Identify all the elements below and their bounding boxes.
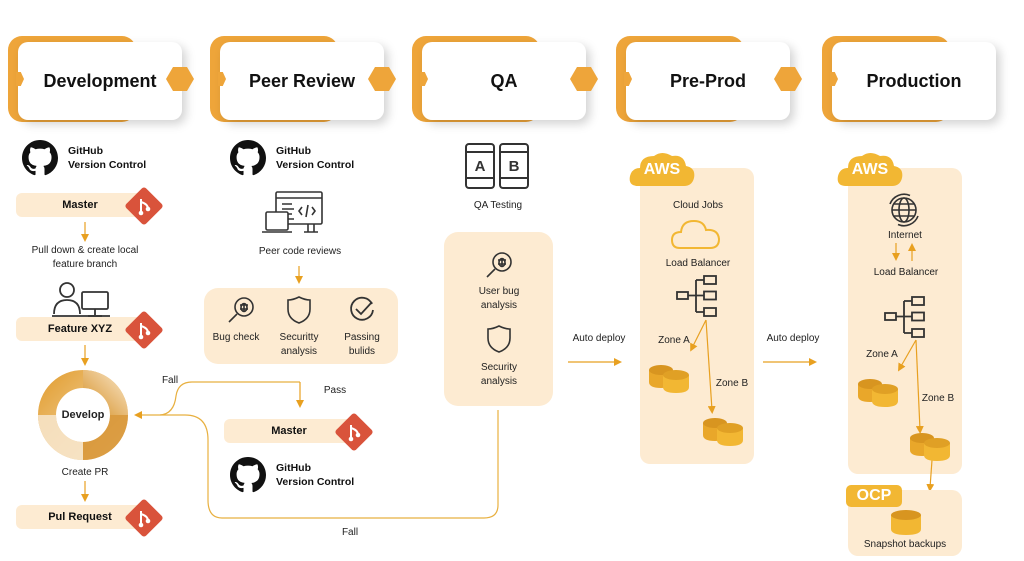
github-icon bbox=[230, 140, 266, 176]
check-label-line2: analysis bbox=[280, 345, 318, 357]
code-review-computer-icon bbox=[262, 191, 323, 233]
peer-code-reviews-label: Peer code reviews bbox=[258, 246, 342, 257]
ab-letter-b: B bbox=[509, 158, 520, 175]
branch-label: Pul Request bbox=[48, 511, 112, 523]
load-balancer-icon bbox=[676, 275, 717, 317]
arrow-zone-a bbox=[898, 339, 917, 372]
arrow-zone-b bbox=[705, 319, 716, 414]
pass-label: Pass bbox=[323, 385, 347, 396]
auto-deploy-label: Auto deploy bbox=[572, 333, 626, 344]
internet-io-arrows bbox=[892, 243, 916, 261]
check-label-line1: Securitty bbox=[279, 332, 319, 343]
fall-label: Fall bbox=[161, 375, 179, 386]
database-icon bbox=[891, 510, 921, 535]
github-label: GitHub bbox=[276, 461, 311, 474]
version-control-label: Version Control bbox=[276, 159, 355, 171]
branch-label: Master bbox=[62, 199, 98, 211]
arrow-zone-b bbox=[915, 339, 924, 434]
aws-badge-label: AWS bbox=[643, 161, 681, 178]
bug-search-icon bbox=[486, 252, 512, 278]
check-label: Passing bulids bbox=[334, 331, 390, 358]
git-icon bbox=[334, 412, 374, 452]
check-circle-icon bbox=[350, 296, 374, 321]
version-control-label: Version Control bbox=[276, 476, 355, 488]
aws-badge: AWS bbox=[628, 150, 696, 188]
check-label: Bug check bbox=[208, 331, 264, 345]
pull-down-text: Pull down & create local feature branch bbox=[10, 244, 160, 271]
snapshot-backups-label: Snapshot backups bbox=[863, 539, 947, 550]
aws-badge: AWS bbox=[836, 150, 904, 188]
branch-label: Feature XYZ bbox=[47, 323, 113, 335]
qa-item-label: User bug analysis bbox=[454, 285, 544, 312]
globe-internet-icon bbox=[889, 193, 919, 227]
qa-item-label: Security analysis bbox=[454, 361, 544, 388]
zone-b-label: Zone B bbox=[921, 393, 955, 404]
qa-testing-label: QA Testing bbox=[473, 200, 523, 211]
check-label-line1: Bug check bbox=[212, 332, 260, 343]
ab-letter-a: A bbox=[475, 158, 486, 175]
check-label: Securitty analysis bbox=[270, 331, 328, 358]
database-icon bbox=[910, 433, 950, 461]
qa-item-line2: analysis bbox=[480, 299, 518, 311]
database-icon bbox=[649, 365, 689, 393]
github-version-control: GitHub Version Control bbox=[22, 140, 146, 176]
github-version-control: GitHub Version Control bbox=[230, 140, 354, 176]
aws-badge-label: AWS bbox=[851, 161, 889, 178]
cloud-jobs-label: Cloud Jobs bbox=[672, 200, 724, 211]
github-icon bbox=[22, 140, 58, 176]
bug-search-icon bbox=[228, 297, 254, 323]
check-label-line1: Passing bbox=[344, 332, 380, 343]
zone-a-label: Zone A bbox=[866, 349, 898, 360]
pull-down-line2: feature branch bbox=[52, 258, 118, 270]
arrow-zone-a bbox=[690, 319, 707, 352]
pull-down-line1: Pull down & create local bbox=[31, 245, 139, 256]
check-label-line2: bulids bbox=[348, 345, 376, 357]
load-balancer-label: Load Balancer bbox=[665, 258, 731, 269]
arrow-to-backup bbox=[926, 459, 935, 492]
developer-at-computer-icon bbox=[52, 282, 110, 317]
ocp-badge: OCP bbox=[846, 485, 902, 507]
zone-a-label: Zone A bbox=[658, 335, 690, 346]
shield-icon bbox=[287, 296, 311, 324]
create-pr-label: Create PR bbox=[61, 467, 109, 478]
zone-b-label: Zone B bbox=[715, 378, 749, 389]
github-version-control: GitHub Version Control bbox=[230, 457, 354, 493]
github-label: GitHub bbox=[68, 144, 103, 157]
internet-label: Internet bbox=[888, 230, 922, 241]
git-icon bbox=[124, 186, 164, 226]
database-icon bbox=[703, 418, 743, 446]
qa-item-line1: User bug bbox=[478, 286, 520, 297]
qa-item-line2: analysis bbox=[480, 375, 518, 387]
develop-label: Develop bbox=[61, 409, 105, 421]
shield-icon bbox=[487, 325, 511, 353]
branch-label: Master bbox=[271, 425, 307, 437]
qa-item-line1: Security bbox=[480, 362, 518, 373]
ab-testing-icon: A B bbox=[465, 143, 529, 189]
load-balancer-label: Load Balancer bbox=[873, 267, 939, 278]
github-label: GitHub bbox=[276, 144, 311, 157]
load-balancer-icon bbox=[884, 296, 925, 338]
auto-deploy-label: Auto deploy bbox=[766, 333, 820, 344]
git-icon bbox=[124, 498, 164, 538]
version-control-label: Version Control bbox=[68, 159, 147, 171]
cloud-icon bbox=[670, 219, 721, 249]
database-icon bbox=[858, 379, 898, 407]
fall-label: Fall bbox=[341, 527, 359, 538]
git-icon bbox=[124, 310, 164, 350]
github-icon bbox=[230, 457, 266, 493]
